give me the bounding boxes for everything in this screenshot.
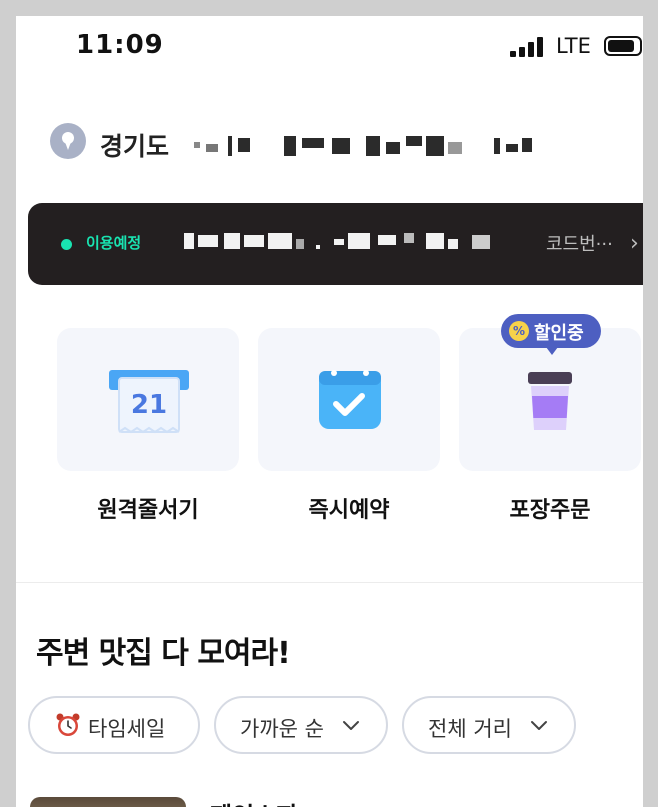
section-divider (16, 582, 643, 583)
service-remote-queue-label: 원격줄서기 (97, 498, 199, 523)
discount-badge: % 할인중 (501, 314, 601, 355)
calendar-check-icon (319, 370, 381, 429)
filter-time-sale-label: 타임세일 (88, 717, 166, 741)
filter-distance[interactable]: 전체 거리 (402, 696, 576, 754)
service-takeout-order-label: 포장주문 (509, 498, 591, 523)
chevron-down-icon (343, 721, 359, 730)
location-text: 경기도 (100, 132, 170, 161)
chevron-down-icon (531, 721, 547, 730)
app-screen: 11:09 LTE 경기도 이용예정 코드번··· › 21 원격줄서기 즉시예… (16, 16, 643, 807)
filter-distance-label: 전체 거리 (428, 717, 512, 741)
alarm-clock-icon (56, 713, 80, 736)
calendar-21-icon: 21 (109, 370, 189, 434)
status-time: 11:09 (76, 30, 164, 60)
status-dot-icon (61, 239, 72, 250)
filter-time-sale[interactable]: 타임세일 (28, 696, 200, 754)
service-instant-reservation[interactable] (258, 328, 440, 471)
service-instant-reservation-label: 즉시예약 (308, 498, 390, 523)
reservation-status: 이용예정 (86, 234, 142, 252)
restaurant-title[interactable]: 제인스파 (210, 796, 298, 807)
restaurant-thumbnail[interactable] (30, 797, 186, 807)
section-title: 주변 맛집 다 모여라! (36, 636, 291, 671)
service-remote-queue[interactable]: 21 (57, 328, 239, 471)
network-type: LTE (556, 34, 591, 58)
code-number-button[interactable]: 코드번··· (546, 230, 613, 256)
filter-sort-nearest[interactable]: 가까운 순 (214, 696, 388, 754)
filter-sort-label: 가까운 순 (240, 717, 324, 741)
battery-icon (604, 36, 642, 56)
status-bar: 11:09 LTE (16, 16, 643, 78)
reservation-banner[interactable]: 이용예정 코드번··· › (28, 203, 643, 285)
svg-text:21: 21 (131, 390, 167, 420)
redacted-address (194, 134, 534, 160)
signal-icon (510, 37, 550, 57)
percent-coin-icon: % (509, 321, 529, 341)
chevron-right-icon[interactable]: › (630, 231, 639, 256)
discount-badge-label: 할인중 (534, 323, 584, 344)
location-pin-icon (50, 123, 86, 159)
